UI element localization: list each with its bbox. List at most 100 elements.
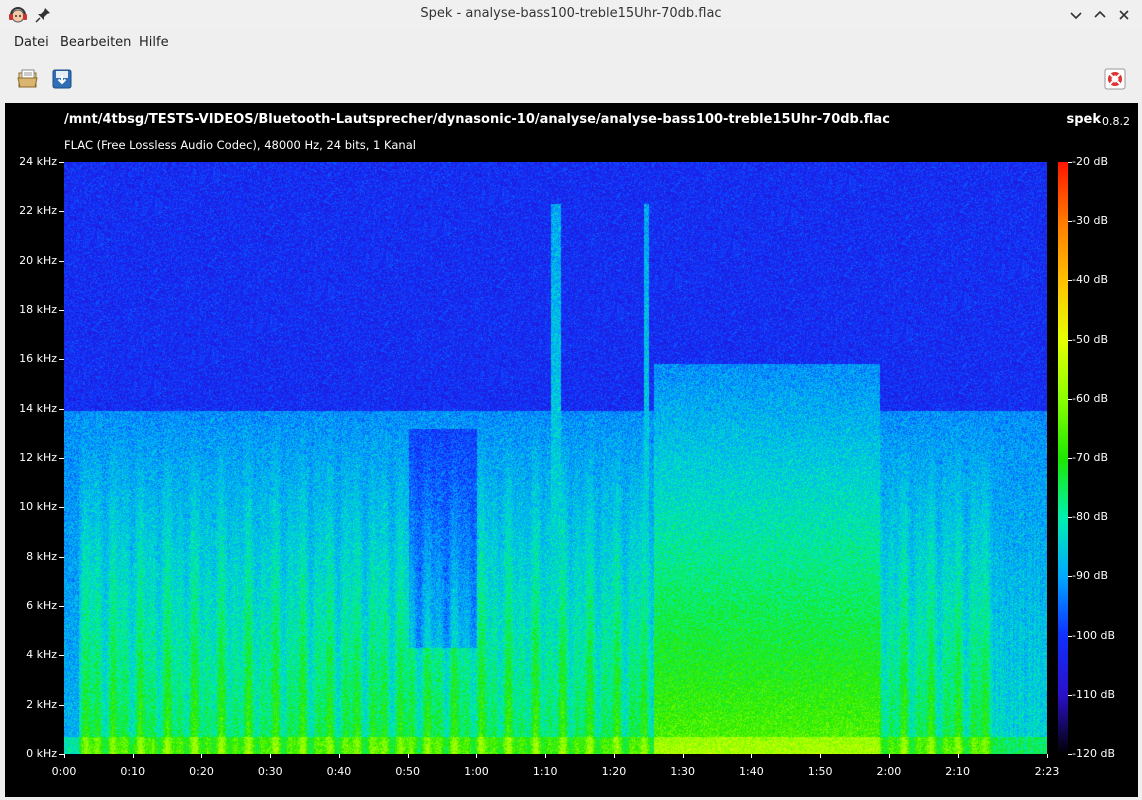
time-tick-label: 1:10 bbox=[532, 765, 558, 778]
freq-tick-label: 6 kHz bbox=[26, 599, 57, 612]
freq-tick-label: 12 kHz bbox=[19, 451, 57, 464]
time-tick bbox=[201, 754, 203, 758]
time-tick-label: 1:40 bbox=[739, 765, 764, 778]
time-tick bbox=[957, 754, 959, 758]
db-tick-label: -60 dB bbox=[1072, 391, 1108, 405]
freq-tick-label: 22 kHz bbox=[19, 204, 57, 218]
freq-tick bbox=[59, 606, 64, 607]
time-tick-label: 1:20 bbox=[601, 765, 627, 778]
db-tick bbox=[1068, 576, 1072, 578]
menu-hilfe[interactable]: Hilfe bbox=[139, 35, 169, 50]
db-tick bbox=[1068, 398, 1072, 400]
file-info: FLAC (Free Lossless Audio Codec), 48000 … bbox=[64, 138, 416, 152]
db-tick-label: -50 dB bbox=[1072, 332, 1108, 346]
freq-tick-label: 14 kHz bbox=[19, 401, 57, 415]
freq-tick bbox=[59, 162, 64, 163]
save-icon bbox=[52, 69, 72, 89]
close-button[interactable] bbox=[1113, 4, 1135, 26]
time-tick-label: 0:00 bbox=[51, 765, 77, 778]
db-tick-label: -90 dB bbox=[1072, 569, 1108, 583]
freq-tick bbox=[59, 211, 64, 213]
freq-tick bbox=[59, 260, 64, 262]
db-tick-label: -70 dB bbox=[1072, 451, 1108, 464]
app-version: 0.8.2 bbox=[1102, 115, 1130, 128]
spectrogram-image[interactable] bbox=[64, 162, 1047, 754]
open-file-icon bbox=[17, 69, 38, 88]
spectrum-panel: /mnt/4tbsg/TESTS-VIDEOS/Bluetooth-Lautsp… bbox=[5, 103, 1138, 797]
freq-tick-label: 24 kHz bbox=[19, 155, 57, 168]
chevron-up-icon bbox=[1094, 10, 1106, 18]
time-tick-label: 0:10 bbox=[120, 765, 146, 778]
toolbar bbox=[0, 57, 1142, 101]
freq-tick-label: 18 kHz bbox=[19, 303, 57, 316]
time-tick bbox=[338, 754, 340, 758]
freq-tick bbox=[59, 655, 64, 657]
freq-tick-label: 0 kHz bbox=[26, 747, 57, 760]
freq-tick bbox=[59, 556, 64, 558]
time-tick bbox=[751, 754, 753, 758]
close-icon bbox=[1119, 10, 1129, 20]
time-tick-label: 1:50 bbox=[807, 765, 833, 778]
time-tick bbox=[407, 754, 409, 758]
db-tick bbox=[1068, 517, 1072, 519]
freq-tick bbox=[59, 704, 64, 706]
time-tick bbox=[545, 754, 547, 758]
time-tick bbox=[270, 754, 272, 758]
menu-bearbeiten[interactable]: Bearbeiten bbox=[60, 35, 131, 50]
db-tick-label: -30 dB bbox=[1072, 214, 1108, 228]
time-tick bbox=[613, 754, 615, 758]
db-tick bbox=[1068, 694, 1072, 696]
time-tick-label: 0:30 bbox=[257, 765, 283, 778]
db-tick-label: -80 dB bbox=[1072, 510, 1108, 524]
menu-datei[interactable]: Datei bbox=[14, 35, 49, 50]
db-tick-label: -100 dB bbox=[1072, 628, 1115, 642]
time-tick-label: 0:50 bbox=[395, 765, 421, 778]
db-tick bbox=[1068, 280, 1072, 282]
minimize-button[interactable] bbox=[1065, 4, 1087, 26]
app-name: spek bbox=[1066, 112, 1101, 127]
freq-tick bbox=[59, 507, 64, 509]
title-bar: Spek - analyse-bass100-treble15Uhr-70db.… bbox=[0, 0, 1142, 29]
file-path: /mnt/4tbsg/TESTS-VIDEOS/Bluetooth-Lautsp… bbox=[64, 112, 890, 127]
time-tick bbox=[1047, 754, 1048, 758]
freq-tick-label: 8 kHz bbox=[26, 549, 57, 563]
freq-tick-label: 4 kHz bbox=[26, 648, 57, 662]
save-button[interactable] bbox=[50, 67, 74, 91]
freq-tick-label: 16 kHz bbox=[19, 352, 57, 366]
open-file-button[interactable] bbox=[16, 67, 40, 91]
time-tick bbox=[64, 754, 65, 758]
time-tick-label: 0:20 bbox=[189, 765, 214, 778]
db-tick bbox=[1068, 162, 1072, 163]
db-tick-label: -110 dB bbox=[1072, 687, 1115, 701]
db-tick-label: -120 dB bbox=[1072, 747, 1115, 760]
menu-bar: Datei Bearbeiten Hilfe bbox=[0, 29, 1142, 57]
time-tick bbox=[888, 754, 890, 758]
preferences-button[interactable] bbox=[1103, 67, 1127, 91]
time-tick bbox=[132, 754, 134, 758]
db-tick bbox=[1068, 221, 1072, 223]
freq-tick bbox=[59, 359, 64, 361]
time-tick-label: 1:30 bbox=[670, 765, 695, 778]
db-tick bbox=[1068, 339, 1072, 341]
maximize-button[interactable] bbox=[1089, 4, 1111, 26]
freq-tick-label: 20 kHz bbox=[19, 253, 57, 267]
freq-tick bbox=[59, 310, 64, 311]
time-tick-label: 2:10 bbox=[945, 765, 970, 778]
time-tick-label: 0:40 bbox=[326, 765, 352, 778]
db-tick-label: -40 dB bbox=[1072, 273, 1108, 287]
freq-tick-label: 2 kHz bbox=[26, 697, 57, 711]
db-tick-label: -20 dB bbox=[1072, 155, 1108, 168]
db-color-scale bbox=[1058, 162, 1068, 754]
time-tick bbox=[820, 754, 822, 758]
freq-tick bbox=[59, 458, 64, 459]
window-title: Spek - analyse-bass100-treble15Uhr-70db.… bbox=[420, 6, 722, 21]
freq-tick-label: 10 kHz bbox=[19, 500, 57, 514]
db-tick bbox=[1068, 754, 1072, 755]
db-tick bbox=[1068, 635, 1072, 637]
freq-tick bbox=[59, 408, 64, 410]
time-tick bbox=[476, 754, 478, 758]
time-tick-label: 1:00 bbox=[464, 765, 489, 778]
db-tick bbox=[1068, 458, 1072, 459]
chevron-down-icon bbox=[1070, 12, 1082, 20]
time-tick-label: 2:00 bbox=[876, 765, 902, 778]
